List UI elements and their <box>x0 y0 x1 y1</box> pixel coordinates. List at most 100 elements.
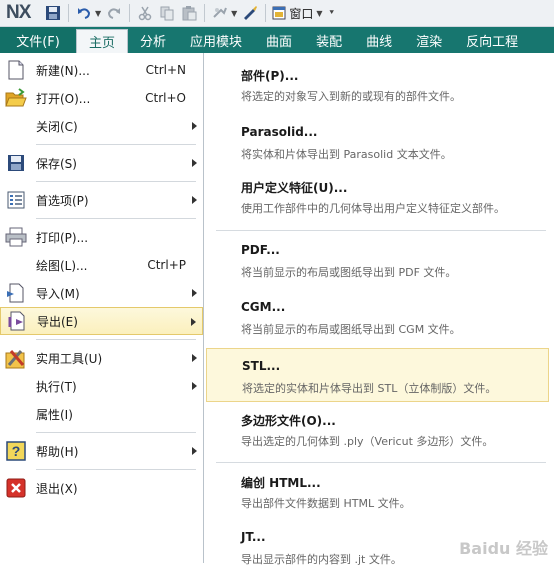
menu-item-new-label: 新建(N)... <box>36 63 90 78</box>
menu-item-export[interactable]: 导出(E) <box>0 307 203 335</box>
export-item-description: 将实体和片体导出到 Parasolid 文本文件。 <box>241 148 452 161</box>
export-item-title: CGM... <box>241 300 286 314</box>
menu-divider <box>36 144 196 145</box>
menu-item-properties[interactable]: 属性(I) <box>0 400 203 428</box>
window-menu-button[interactable]: 窗口 ▼ <box>272 5 324 22</box>
tab-file[interactable]: 文件(F) <box>0 27 76 53</box>
export-item-title: STL... <box>242 359 281 373</box>
export-item-part[interactable]: 部件(P)... 将选定的对象写入到新的或现有的部件文件。 <box>206 57 549 111</box>
menu-item-plot-label: 绘图(L)... <box>36 258 88 273</box>
tab-analysis[interactable]: 分析 <box>128 27 178 53</box>
tab-applications[interactable]: 应用模块 <box>178 27 254 53</box>
export-item-html[interactable]: 编创 HTML... 导出部件文件数据到 HTML 文件。 <box>206 464 549 518</box>
export-item-description: 导出显示部件的内容到 .jt 文件。 <box>241 553 402 566</box>
menu-item-print[interactable]: 打印(P)... <box>0 223 203 251</box>
menu-item-preferences[interactable]: 首选项(P) <box>0 186 203 214</box>
submenu-arrow-icon <box>191 318 196 326</box>
export-item-title: Parasolid... <box>241 125 318 139</box>
tab-assemblies[interactable]: 装配 <box>304 27 354 53</box>
export-item-title: JT... <box>241 530 266 544</box>
export-item-pdf[interactable]: PDF... 将当前显示的布局或图纸导出到 PDF 文件。 <box>206 233 549 287</box>
menu-item-help-label: 帮助(H) <box>36 444 79 459</box>
redo-icon[interactable] <box>105 4 123 22</box>
undo-dropdown-icon[interactable]: ▼ <box>95 9 101 18</box>
tab-surface[interactable]: 曲面 <box>254 27 304 53</box>
menu-item-save[interactable]: 保存(S) <box>0 149 203 177</box>
chevron-down-icon: ▼ <box>316 8 323 18</box>
utilities-icon <box>5 347 27 369</box>
menu-item-plot[interactable]: 绘图(L)... Ctrl+P <box>0 251 203 279</box>
nx-logo: NX <box>6 2 31 23</box>
export-item-description: 导出选定的几何体到 .ply（Vericut 多边形）文件。 <box>241 435 494 448</box>
customize-toolbar-icon[interactable]: ⯆ <box>328 8 334 18</box>
export-item-polygon-file[interactable]: 多边形文件(O)... 导出选定的几何体到 .ply（Vericut 多边形）文… <box>206 402 549 456</box>
submenu-arrow-icon <box>192 447 197 455</box>
export-item-title: 用户定义特征(U)... <box>241 181 348 195</box>
touch-mode-icon[interactable] <box>241 4 259 22</box>
export-submenu: 部件(P)... 将选定的对象写入到新的或现有的部件文件。 Parasolid.… <box>204 53 554 566</box>
menu-divider <box>36 339 196 340</box>
menu-item-preferences-label: 首选项(P) <box>36 193 89 208</box>
menu-item-save-label: 保存(S) <box>36 156 77 171</box>
export-item-title: 多边形文件(O)... <box>241 414 336 428</box>
printer-icon <box>5 226 27 248</box>
new-file-icon <box>5 59 27 81</box>
window-menu-label: 窗口 <box>289 6 314 21</box>
submenu-arrow-icon <box>192 354 197 362</box>
menu-item-export-label: 导出(E) <box>37 314 78 329</box>
file-menu: 新建(N)... Ctrl+N 打开(O)... Ctrl+O 关闭(C) 保存… <box>0 53 204 563</box>
export-item-description: 将当前显示的布局或图纸导出到 PDF 文件。 <box>241 266 457 279</box>
tab-reverse-engineering[interactable]: 反向工程 <box>454 27 530 53</box>
tab-home[interactable]: 主页 <box>76 29 129 53</box>
menu-item-properties-label: 属性(I) <box>36 407 73 422</box>
menu-item-plot-shortcut: Ctrl+P <box>147 258 186 272</box>
menu-item-import-label: 导入(M) <box>36 286 80 301</box>
svg-text:?: ? <box>12 443 21 459</box>
submenu-arrow-icon <box>192 289 197 297</box>
save-icon[interactable] <box>44 4 62 22</box>
cut-icon[interactable] <box>136 4 154 22</box>
export-icon <box>6 310 28 332</box>
menu-item-open[interactable]: 打开(O)... Ctrl+O <box>0 84 203 112</box>
menu-divider <box>36 469 196 470</box>
export-item-description: 将当前显示的布局或图纸导出到 CGM 文件。 <box>241 323 461 336</box>
export-item-title: PDF... <box>241 243 280 257</box>
toolbar-divider <box>68 4 69 22</box>
export-item-stl[interactable]: STL... 将选定的实体和片体导出到 STL（立体制版）文件。 <box>206 348 549 402</box>
help-icon: ? <box>5 440 27 462</box>
paste-icon[interactable] <box>180 4 198 22</box>
menu-item-exit-label: 退出(X) <box>36 481 78 496</box>
toolbar-divider <box>129 4 131 22</box>
export-item-title: 部件(P)... <box>241 69 299 83</box>
export-item-description: 使用工作部件中的几何体导出用户定义特征定义部件。 <box>241 202 505 215</box>
submenu-arrow-icon <box>192 122 197 130</box>
export-item-title: 编创 HTML... <box>241 476 321 490</box>
menu-item-new[interactable]: 新建(N)... Ctrl+N <box>0 56 203 84</box>
copy-icon[interactable] <box>158 4 176 22</box>
watermark: Baidu 经验 <box>459 539 548 558</box>
tab-curve[interactable]: 曲线 <box>354 27 404 53</box>
menu-item-execute-label: 执行(T) <box>36 379 77 394</box>
menu-item-utilities[interactable]: 实用工具(U) <box>0 344 203 372</box>
menu-item-close[interactable]: 关闭(C) <box>0 112 203 140</box>
menu-divider <box>36 218 196 219</box>
menu-item-import[interactable]: 导入(M) <box>0 279 203 307</box>
menu-item-open-shortcut: Ctrl+O <box>145 91 186 105</box>
window-icon <box>272 6 286 20</box>
repeat-command-icon[interactable] <box>211 4 229 22</box>
menu-divider <box>36 181 196 182</box>
menu-item-exit[interactable]: 退出(X) <box>0 474 203 502</box>
menu-item-execute[interactable]: 执行(T) <box>0 372 203 400</box>
export-item-parasolid[interactable]: Parasolid... 将实体和片体导出到 Parasolid 文本文件。 <box>206 115 549 169</box>
export-item-cgm[interactable]: CGM... 将当前显示的布局或图纸导出到 CGM 文件。 <box>206 290 549 344</box>
menu-item-open-label: 打开(O)... <box>36 91 91 106</box>
undo-icon[interactable] <box>75 4 93 22</box>
export-item-udf[interactable]: 用户定义特征(U)... 使用工作部件中的几何体导出用户定义特征定义部件。 <box>206 169 549 223</box>
submenu-arrow-icon <box>192 196 197 204</box>
save-icon <box>5 152 27 174</box>
tab-render[interactable]: 渲染 <box>404 27 454 53</box>
repeat-dropdown-icon[interactable]: ▼ <box>231 9 237 18</box>
menu-item-help[interactable]: ? 帮助(H) <box>0 437 203 465</box>
import-icon <box>5 282 27 304</box>
exit-icon <box>5 477 27 499</box>
